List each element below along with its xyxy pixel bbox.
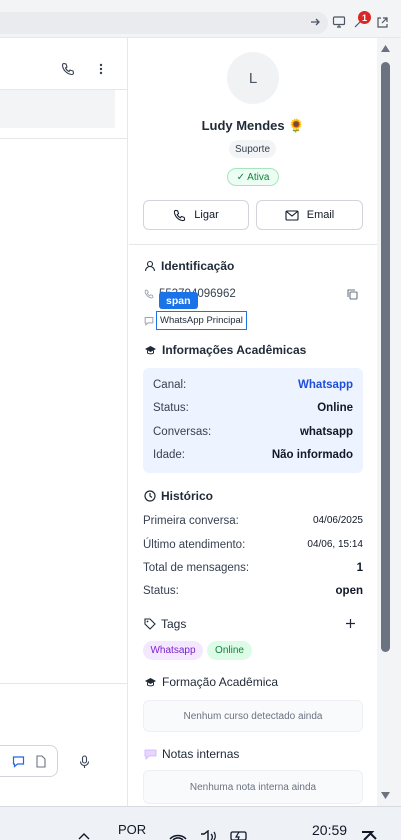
- graduation-cap-icon: [144, 677, 157, 688]
- channel-value: Whatsapp: [298, 379, 353, 391]
- speech-bubble-icon: [144, 749, 157, 760]
- age-value: Não informado: [271, 449, 353, 461]
- conversation-status-value: open: [335, 585, 363, 597]
- divider: [129, 244, 377, 245]
- history-section-title: Histórico: [144, 489, 213, 503]
- last-service-value: 04/06, 15:14: [307, 539, 363, 550]
- divider: [0, 683, 128, 684]
- notes-empty-state: Nenhuma nota interna ainda: [143, 770, 363, 804]
- notification-badge: 1: [358, 11, 371, 24]
- avatar: L: [227, 52, 279, 104]
- mail-icon: [285, 209, 299, 221]
- call-button-label: Ligar: [194, 209, 219, 221]
- role-badge: Suporte: [229, 140, 276, 158]
- email-button[interactable]: Email: [256, 200, 363, 230]
- scrollbar-thumb[interactable]: [381, 62, 390, 652]
- education-empty-state: Nenhum curso detectado ainda: [143, 700, 363, 732]
- language-indicator[interactable]: POR: [118, 822, 146, 837]
- document-icon[interactable]: [35, 755, 47, 768]
- conversations-value: whatsapp: [299, 426, 353, 438]
- academic-info-section-title: Informações Acadêmicas: [144, 343, 306, 357]
- microphone-icon[interactable]: [79, 755, 90, 769]
- call-button[interactable]: Ligar: [143, 200, 249, 230]
- inspector-tooltip: span: [159, 292, 198, 309]
- channel-name: WhatsApp Principal: [156, 311, 247, 330]
- chat-bubble-icon[interactable]: [12, 755, 25, 768]
- tags-section-title: Tags: [144, 617, 186, 631]
- graduation-cap-icon: [144, 345, 157, 356]
- add-tag-icon[interactable]: [345, 618, 356, 629]
- education-section-title: Formação Acadêmica: [144, 675, 278, 689]
- email-button-label: Email: [306, 209, 335, 221]
- chat-pane: [0, 38, 128, 806]
- open-external-icon[interactable]: [372, 12, 392, 32]
- scroll-up-icon[interactable]: [380, 44, 391, 53]
- tag-whatsapp[interactable]: Whatsapp: [143, 641, 203, 660]
- phone-icon[interactable]: [61, 62, 75, 76]
- total-messages-value: 1: [356, 562, 363, 574]
- channel-label: Canal:: [153, 379, 187, 391]
- message-composer[interactable]: [0, 745, 58, 777]
- phone-icon: [144, 289, 154, 299]
- monitor-icon[interactable]: [329, 12, 349, 32]
- scroll-down-icon[interactable]: [380, 791, 391, 800]
- phone-icon: [173, 209, 186, 222]
- clock-icon: [144, 490, 156, 502]
- status-value: Online: [317, 402, 353, 414]
- divider: [0, 138, 128, 139]
- total-messages-label: Total de mensagens:: [143, 562, 250, 574]
- chat-search-strip: [0, 90, 115, 128]
- battery-icon[interactable]: [230, 830, 250, 840]
- notes-section-title: Notas internas: [144, 747, 239, 761]
- wifi-icon[interactable]: [168, 830, 188, 840]
- speaker-icon[interactable]: [199, 830, 219, 840]
- clock-time[interactable]: 20:59: [312, 822, 347, 838]
- more-vertical-icon[interactable]: [97, 62, 105, 76]
- first-conversation-label: Primeira conversa:: [143, 515, 239, 527]
- contact-name: Ludy Mendes 🌻: [201, 118, 305, 133]
- copy-icon[interactable]: [347, 289, 358, 300]
- age-label: Idade:: [153, 449, 185, 461]
- chevron-up-icon[interactable]: [78, 832, 90, 840]
- first-conversation-value: 04/06/2025: [312, 515, 363, 526]
- user-icon: [144, 260, 156, 272]
- arrow-right-icon[interactable]: [305, 12, 325, 32]
- chat-bubble-icon: [144, 316, 154, 326]
- last-service-label: Último atendimento:: [143, 539, 246, 551]
- notifications-icon[interactable]: [360, 830, 378, 840]
- identification-section-title: Identificação: [144, 259, 234, 273]
- tag-online[interactable]: Online: [207, 641, 252, 660]
- status-badge: ✓ Ativa: [227, 168, 279, 186]
- conversation-status-label: Status:: [143, 585, 179, 597]
- conversations-label: Conversas:: [153, 426, 212, 438]
- address-bar[interactable]: [0, 12, 328, 34]
- status-label: Status:: [153, 402, 189, 414]
- tag-icon: [144, 618, 156, 630]
